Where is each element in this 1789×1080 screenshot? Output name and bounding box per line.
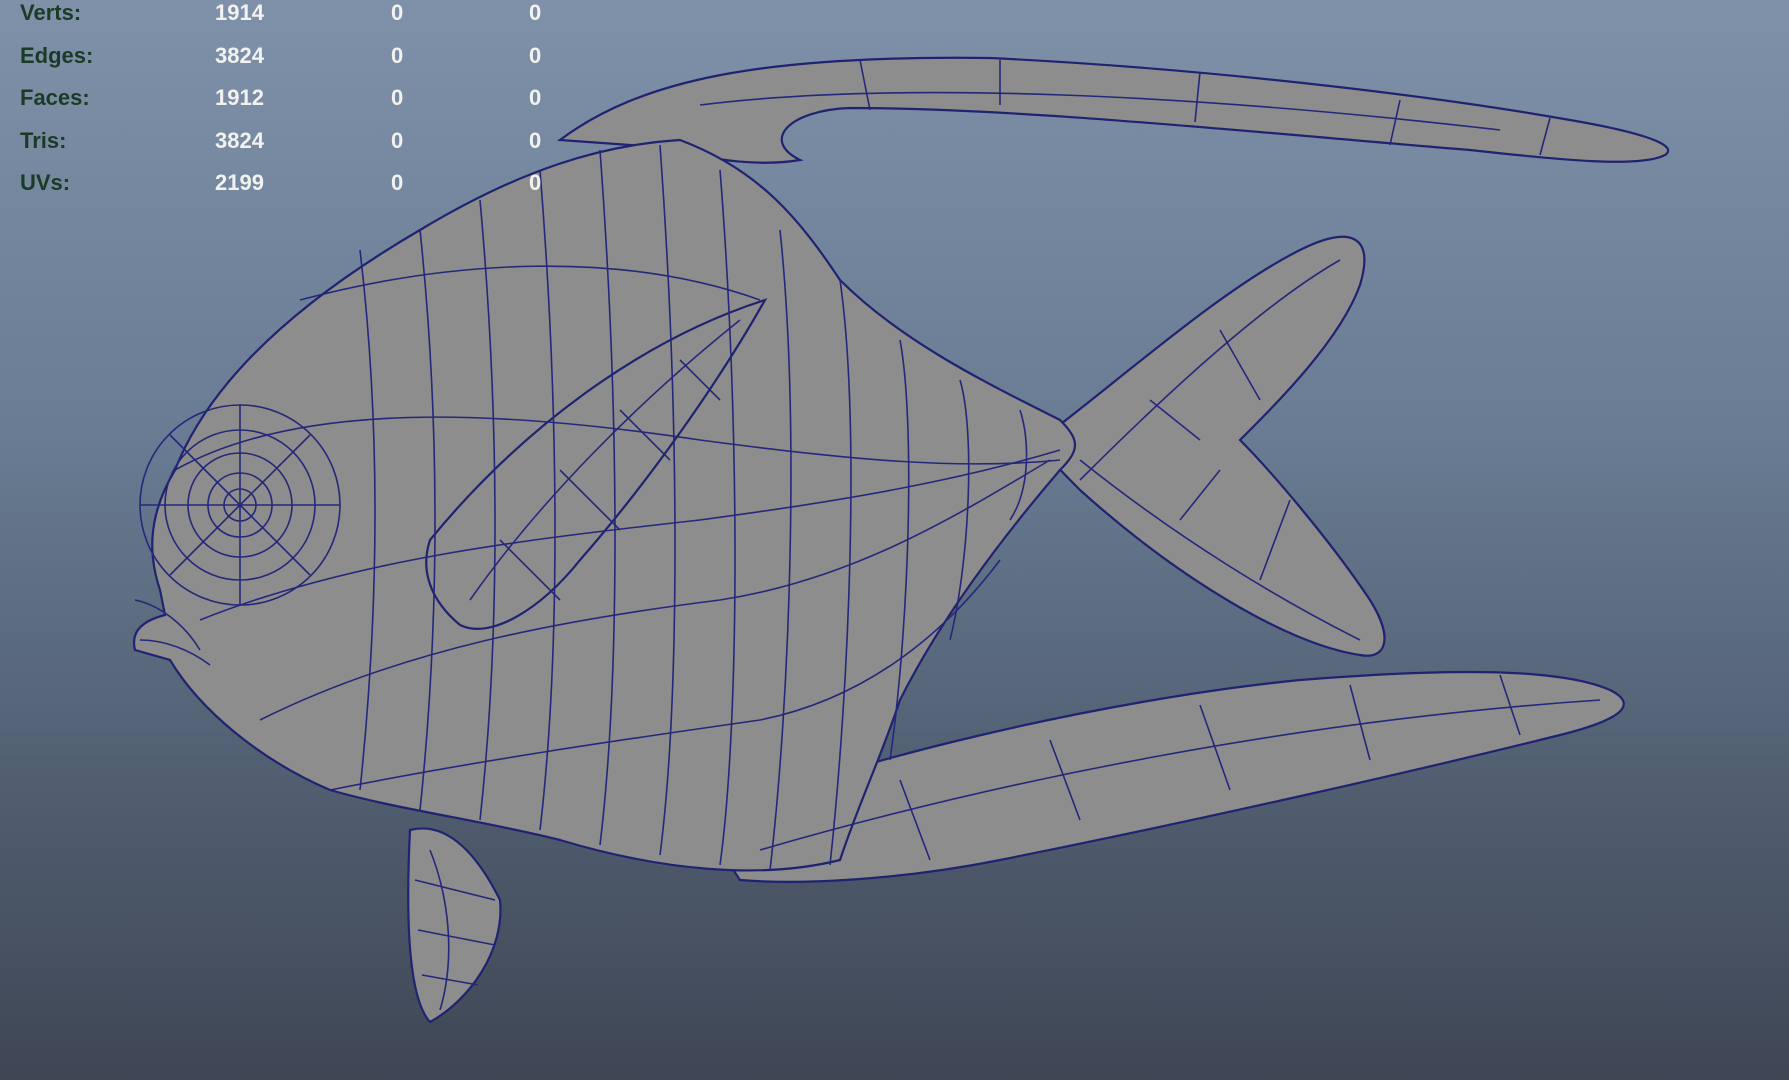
hud-uv: 0 [529, 170, 542, 195]
hud-total: 3824 [215, 42, 264, 68]
pelvic-fin[interactable] [407, 827, 502, 1024]
3d-viewport[interactable]: Verts: 1914 0 0 Edges: 3824 0 0 Faces: 1… [0, 0, 1789, 1080]
hud-row-edges: Edges: 3824 0 0 [20, 35, 589, 78]
hud-selected: 0 [391, 0, 404, 25]
hud-total: 2199 [215, 170, 264, 195]
hud-row-tris: Tris: 3824 0 0 [20, 120, 589, 163]
hud-total: 1914 [215, 0, 264, 25]
tail-fin[interactable] [1038, 235, 1386, 657]
hud-uv: 0 [529, 85, 542, 110]
hud-selected: 0 [391, 127, 404, 153]
hud-row-verts: Verts: 1914 0 0 [20, 0, 589, 35]
hud-total: 1912 [215, 85, 264, 110]
hud-label: Tris: [20, 127, 67, 153]
poly-count-hud: Verts: 1914 0 0 Edges: 3824 0 0 Faces: 1… [20, 0, 589, 205]
hud-label: Verts: [20, 0, 82, 25]
hud-selected: 0 [391, 85, 404, 110]
eye-icon [139, 404, 341, 606]
hud-selected: 0 [391, 42, 404, 68]
hud-row-uvs: UVs: 2199 0 0 [20, 162, 589, 205]
hud-label: Edges: [20, 42, 94, 68]
hud-uv: 0 [529, 0, 542, 25]
hud-uv: 0 [529, 42, 542, 68]
hud-label: Faces: [20, 85, 90, 110]
hud-total: 3824 [215, 127, 264, 153]
hud-uv: 0 [529, 127, 542, 153]
dorsal-fin[interactable] [556, 56, 1670, 164]
hud-row-faces: Faces: 1912 0 0 [20, 77, 589, 120]
hud-label: UVs: [20, 170, 71, 195]
hud-selected: 0 [391, 170, 404, 195]
